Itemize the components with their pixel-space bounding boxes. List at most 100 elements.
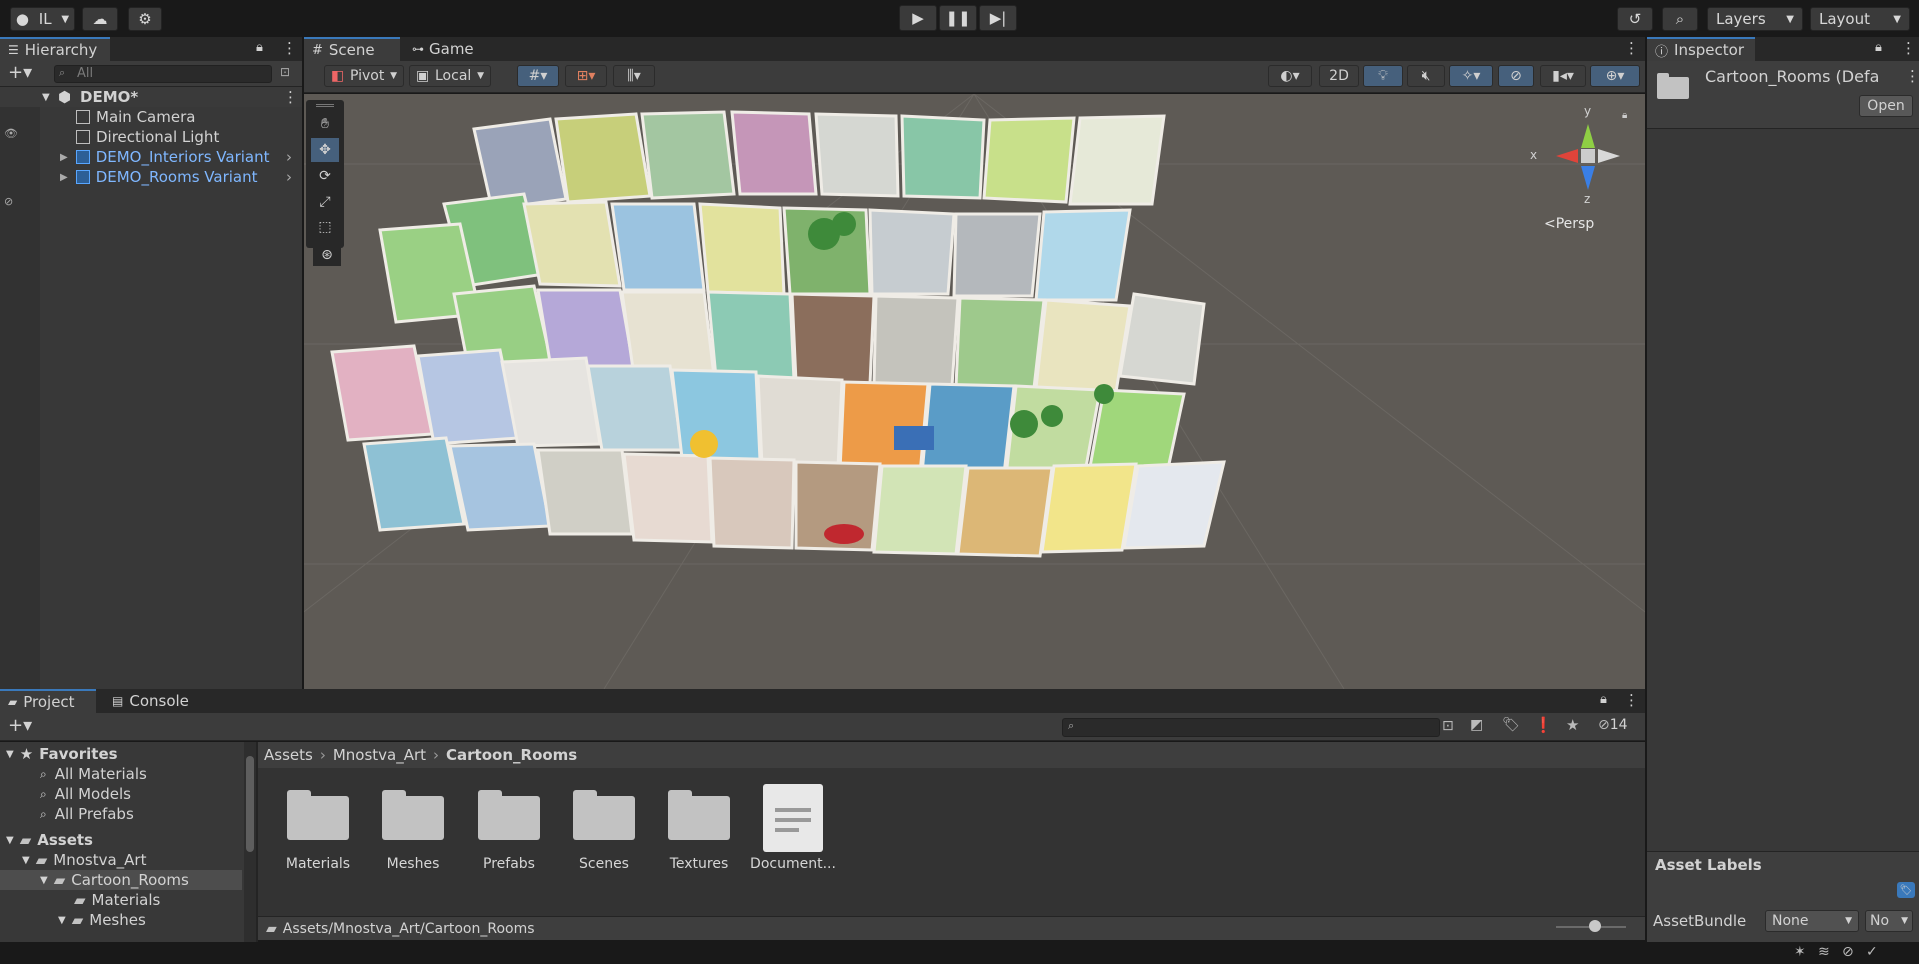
transform-tool[interactable]: ⊛ [313,244,341,266]
breadcrumb-item[interactable]: Assets [264,746,313,764]
align-button[interactable]: ⫼▾ [613,65,655,87]
slider-handle[interactable] [1589,920,1601,932]
breadcrumb-item[interactable]: Cartoon_Rooms [446,746,577,764]
scrollbar-thumb[interactable] [246,756,254,852]
hierarchy-item[interactable]: Main Camera [76,107,195,127]
search-options-icon[interactable]: ⊡ [1442,718,1454,734]
filter-log-icon[interactable]: ❗ [1534,716,1553,734]
tree-item[interactable]: ▼ ▰ Mnostva_Art [22,850,146,870]
asset-folder-meshes[interactable]: Meshes [368,790,458,872]
step-button[interactable]: ▶| [979,5,1017,31]
tree-scrollbar[interactable] [244,742,256,942]
asset-folder-scenes[interactable]: Scenes [559,790,649,872]
label-tag-icon[interactable]: 🏷︎ [1897,882,1915,898]
project-search-input[interactable]: ⌕ [1062,718,1440,737]
tab-hierarchy[interactable]: ☰ Hierarchy [0,37,110,61]
more-options-icon[interactable]: ⋮ [283,88,298,106]
expand-arrow-icon[interactable]: ▼ [42,92,50,103]
hidden-packages-button[interactable]: ⊘ 14 [1598,717,1628,733]
hand-tool[interactable]: ✋︎ [311,112,339,136]
lock-icon[interactable]: 🔒︎ [1622,110,1627,121]
favorite-star-icon[interactable]: ★ [1566,716,1579,734]
rotate-tool[interactable]: ⟳ [311,164,339,188]
account-dropdown[interactable]: ● IL ▼ [10,7,75,31]
filter-label-icon[interactable]: 🏷︎ [1502,717,1520,733]
overlay-handle[interactable] [316,104,334,107]
favorites-header[interactable]: ▼ ★ Favorites [6,744,118,764]
tab-console[interactable]: ▤ Console [104,689,204,713]
eye-hidden-icon[interactable]: ⊘ [4,195,13,208]
layout-dropdown[interactable]: Layout ▼ [1810,7,1910,31]
assetbundle-dropdown[interactable]: None ▼ [1765,910,1859,932]
play-button[interactable]: ▶ [899,5,937,31]
tab-inspector[interactable]: ⓘ Inspector [1647,37,1755,61]
lock-icon[interactable]: 🔒︎ [1875,40,1882,55]
tree-item-selected[interactable]: ▼ ▰ Cartoon_Rooms [0,870,242,890]
favorite-item[interactable]: ⌕ All Prefabs [40,804,134,824]
asset-folder-prefabs[interactable]: Prefabs [464,790,554,872]
network-icon[interactable]: ⊘ [1842,944,1854,960]
tree-item[interactable]: ▼ ▰ Meshes [58,910,146,930]
expand-arrow-icon[interactable]: ▶ [60,172,68,183]
draw-mode-dropdown[interactable]: ◐▾ [1268,65,1312,87]
hierarchy-item[interactable]: Directional Light [76,127,219,147]
asset-folder-textures[interactable]: Textures [654,790,744,872]
search-options-icon[interactable]: ⊡ [280,65,290,79]
effects-dropdown[interactable]: ✧▾ [1449,65,1493,87]
scene-viewport[interactable]: ✋︎ ✥ ⟳ ⤢ ⬚ ⊛ y x z 🔒︎ <Persp [304,94,1645,689]
more-options-icon[interactable]: ⋮ [1624,39,1639,57]
gizmos-dropdown[interactable]: ⊕▾ [1590,65,1640,87]
2d-toggle[interactable]: 2D [1319,65,1359,87]
open-button[interactable]: Open [1859,95,1913,117]
progress-check-icon[interactable]: ✓ [1866,944,1878,960]
tab-game[interactable]: ⊶ Game [404,37,484,61]
increment-snap-button[interactable]: ⊞▾ [565,65,607,87]
tab-scene[interactable]: # Scene [304,37,400,61]
eye-icon[interactable]: 👁︎ [4,127,18,140]
more-options-icon[interactable]: ⋮ [1905,67,1919,85]
lock-icon[interactable]: 🔒︎ [256,40,263,55]
favorite-item[interactable]: ⌕ All Materials [40,764,147,784]
undo-history-button[interactable]: ↺ [1617,7,1653,31]
grid-snap-button[interactable]: #▾ [517,65,559,87]
audio-toggle[interactable]: 🔇︎ [1407,65,1445,87]
create-button[interactable]: +▾ [8,62,32,83]
hierarchy-search-input[interactable]: ⌕ All [54,65,272,83]
rect-tool[interactable]: ⬚ [311,216,339,238]
assets-header[interactable]: ▼ ▰ Assets [6,830,93,850]
favorite-item[interactable]: ⌕ All Models [40,784,131,804]
perspective-toggle[interactable]: <Persp [1544,216,1594,232]
tab-project[interactable]: ▰ Project [0,689,96,713]
scale-tool[interactable]: ⤢ [311,190,339,214]
asset-document[interactable]: Document... [748,784,838,872]
search-button[interactable]: ⌕ [1662,7,1698,31]
more-options-icon[interactable]: ⋮ [1624,691,1639,709]
chevron-right-icon[interactable]: › [286,148,292,166]
camera-dropdown[interactable]: ▮◂▾ [1540,65,1586,87]
debug-icon[interactable]: ✶ [1794,944,1806,960]
cloud-button[interactable]: ☁ [82,7,118,31]
scene-visibility-toggle[interactable]: ⊘ [1498,65,1534,87]
more-options-icon[interactable]: ⋮ [282,39,297,57]
tree-item[interactable]: ▰ Materials [74,890,160,910]
local-dropdown[interactable]: ▣ Local ▼ [409,65,491,87]
orientation-gizmo[interactable]: y x z 🔒︎ [1526,104,1636,214]
layers-dropdown[interactable]: Layers ▼ [1707,7,1803,31]
breadcrumb-item[interactable]: Mnostva_Art [333,746,426,764]
hierarchy-scene-row[interactable]: ▼ ⬢ DEMO* ⋮ [0,87,302,107]
lock-icon[interactable]: 🔒︎ [1600,692,1607,707]
chevron-right-icon[interactable]: › [286,168,292,186]
move-tool[interactable]: ✥ [311,138,339,162]
pause-button[interactable]: ❚❚ [939,5,977,31]
lighting-toggle[interactable]: 💡︎ [1363,65,1403,87]
hierarchy-item[interactable]: ▶ DEMO_Rooms Variant › [60,167,302,187]
cache-icon[interactable]: ≋ [1818,944,1830,960]
pivot-dropdown[interactable]: ◧ Pivot ▼ [324,65,404,87]
assetbundle-variant-dropdown[interactable]: No ▼ [1865,910,1913,932]
hierarchy-item[interactable]: ▶ DEMO_Interiors Variant › [60,147,302,167]
more-options-icon[interactable]: ⋮ [1901,39,1916,57]
create-button[interactable]: +▾ [8,715,32,736]
filter-type-icon[interactable]: ◩ [1470,717,1483,733]
services-button[interactable]: ⚙ [128,7,162,31]
expand-arrow-icon[interactable]: ▶ [60,152,68,163]
